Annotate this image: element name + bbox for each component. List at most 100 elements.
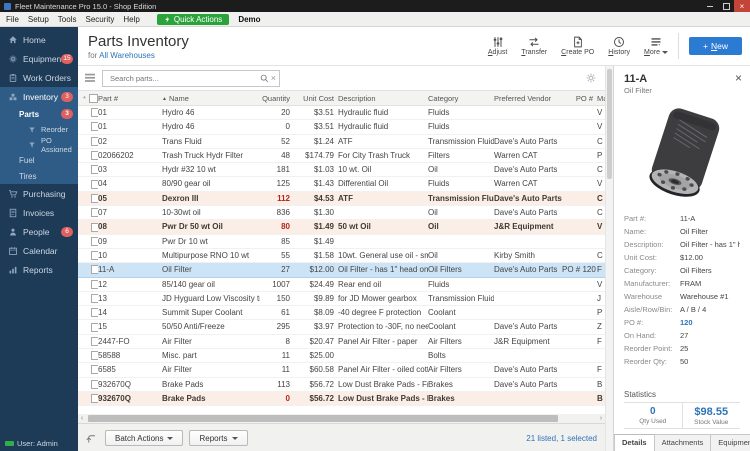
tab-attachments[interactable]: Attachments (654, 434, 712, 451)
table-row[interactable]: 01 Hydro 46 0 $3.51 Hydraulic fluid Fluids V (78, 120, 605, 135)
sidebar-item-fuel[interactable]: Fuel (0, 152, 78, 168)
table-row[interactable]: 10 Multipurpose RNO 10 wt 55 $1.58 10wt. Gen… (78, 249, 605, 264)
sidebar-item-calendar[interactable]: Calendar (0, 241, 78, 260)
row-checkbox[interactable] (91, 336, 98, 346)
column-settings-gear-icon[interactable] (585, 72, 597, 84)
row-checkbox[interactable] (91, 179, 98, 189)
search-input[interactable] (108, 72, 260, 84)
row-checkbox[interactable] (91, 122, 98, 132)
list-view-icon[interactable] (84, 73, 96, 83)
row-checkbox[interactable] (91, 322, 98, 332)
row-checkbox[interactable] (91, 351, 98, 361)
row-checkbox[interactable] (91, 365, 98, 375)
menu-tools[interactable]: Tools (58, 15, 77, 24)
row-checkbox[interactable] (91, 165, 98, 175)
table-row[interactable]: 08 Pwr Dr 50 wt Oil 80 $1.49 50 wt Oil Oil J&R… (78, 220, 605, 235)
sidebar-item-people[interactable]: People 6 (0, 222, 78, 241)
row-checkbox[interactable] (91, 222, 98, 232)
table-row[interactable]: 15 50/50 Anti/Freeze 295 $3.97 Protection to… (78, 320, 605, 335)
column-header-category[interactable]: Category (428, 94, 494, 103)
sidebar-item-inventory[interactable]: Inventory 3 (0, 87, 78, 106)
row-checkbox[interactable] (91, 208, 98, 218)
reports-button[interactable]: Reports (189, 430, 248, 446)
select-all-checkbox[interactable] (88, 93, 98, 103)
sidebar-item-invoices[interactable]: Invoices (0, 203, 78, 222)
row-checkbox[interactable] (91, 279, 98, 289)
field-value[interactable]: 120 (680, 316, 740, 329)
table-row[interactable]: 05 Dexron III 112 $4.53 ATF Transmission Flui… (78, 191, 605, 207)
column-header-quantity[interactable]: Quantity (260, 94, 294, 103)
table-row[interactable]: 12 85/140 gear oil 1007 $24.49 Rear end oil F… (78, 278, 605, 292)
vscroll-thumb[interactable] (607, 69, 612, 179)
table-row[interactable]: 09 Pwr Dr 10 wt 85 $1.49 (78, 235, 605, 249)
table-row[interactable]: 6585 Air Filter 11 $60.58 Panel Air Filter -… (78, 363, 605, 378)
action-transfer[interactable]: Transfer (521, 36, 547, 56)
column-header-part[interactable]: Part # (98, 94, 162, 103)
column-header-po[interactable]: PO # (562, 94, 597, 103)
row-checkbox[interactable] (91, 108, 98, 118)
row-checkbox[interactable] (91, 236, 98, 246)
row-checkbox[interactable] (91, 193, 98, 203)
table-row[interactable]: 03 Hydr #32 10 wt 181 $1.03 10 wt. Oil Oil Dav… (78, 163, 605, 178)
column-header-unit-cost[interactable]: Unit Cost (294, 94, 338, 103)
row-checkbox[interactable] (91, 379, 98, 389)
table-row[interactable]: 13 JD Hyguard Low Viscosity trans 150 $9.89… (78, 292, 605, 307)
sidebar-item-equipment[interactable]: Equipment 15 (0, 49, 78, 68)
table-row[interactable]: 932670Q Brake Pads 0 $56.72 Low Dust Brake P… (78, 391, 605, 407)
panel-close-icon[interactable]: × (735, 72, 742, 84)
menu-setup[interactable]: Setup (28, 15, 49, 24)
column-header-preferred-vendor[interactable]: Preferred Vendor (494, 94, 562, 103)
new-button[interactable]: + New (689, 37, 742, 55)
table-row[interactable]: 02 Trans Fluid 52 $1.24 ATF Transmission Flui… (78, 135, 605, 149)
hscroll-thumb[interactable] (88, 415, 559, 422)
row-checkbox[interactable] (91, 308, 98, 318)
maximize-button[interactable] (718, 0, 734, 12)
table-row[interactable]: 02066202 Trash Truck Hydr Filter 48 $174.79… (78, 149, 605, 164)
row-checkbox[interactable] (91, 394, 98, 404)
vertical-scrollbar[interactable] (605, 66, 613, 451)
row-checkbox[interactable] (91, 136, 98, 146)
action-create-po[interactable]: Create PO (561, 36, 594, 56)
tab-details[interactable]: Details (614, 434, 655, 451)
column-header-description[interactable]: Description (338, 94, 428, 103)
table-row[interactable]: 932670Q Brake Pads 113 $56.72 Low Dust Brake… (78, 378, 605, 392)
close-button[interactable]: × (734, 0, 750, 12)
batch-actions-button[interactable]: Batch Actions (105, 430, 184, 446)
row-checkbox[interactable] (91, 251, 98, 261)
row-checkbox[interactable] (91, 265, 98, 275)
table-row[interactable]: 11-A Oil Filter 27 $12.00 Oil Filter - has 1… (78, 263, 605, 278)
tab-equipment[interactable]: Equipment (711, 434, 750, 451)
sidebar-item-tires[interactable]: Tires (0, 168, 78, 184)
column-header-manufacturer[interactable]: Manufacturer (597, 94, 605, 103)
sidebar-item-home[interactable]: Home (0, 30, 78, 49)
scroll-right-arrow[interactable]: › (597, 414, 605, 423)
table-row[interactable]: 2447-FO Air Filter 8 $20.47 Panel Air Filter… (78, 335, 605, 350)
menu-security[interactable]: Security (85, 15, 114, 24)
sidebar-item-purchasing[interactable]: Purchasing (0, 184, 78, 203)
sidebar-item-work-orders[interactable]: Work Orders (0, 68, 78, 87)
horizontal-scrollbar[interactable]: ‹ › (78, 414, 605, 423)
menu-file[interactable]: File (6, 15, 19, 24)
sidebar-item-parts[interactable]: Parts 3 (0, 106, 78, 122)
minimize-button[interactable] (702, 0, 718, 12)
row-checkbox[interactable] (91, 151, 98, 161)
table-row[interactable]: 07 10-30wt oil 836 $1.30 Oil Dave's Auto Part… (78, 206, 605, 221)
collapse-up-icon[interactable] (86, 433, 97, 444)
table-header-row[interactable]: * Part # ▲ Name Quantity Unit Cost Description… (78, 90, 605, 106)
table-row[interactable]: 01 Hydro 46 20 $3.51 Hydraulic fluid Fluids V (78, 106, 605, 121)
sidebar-item-reports[interactable]: Reports (0, 260, 78, 279)
table-row[interactable]: 14 Summit Super Coolant 61 $8.09 -40 degree … (78, 306, 605, 321)
search-icon[interactable] (260, 74, 269, 83)
menu-help[interactable]: Help (123, 15, 139, 24)
column-header-name[interactable]: ▲ Name (162, 94, 260, 103)
action-adjust[interactable]: Adjust (488, 36, 507, 56)
row-checkbox[interactable] (91, 294, 98, 303)
action-more[interactable]: More (644, 36, 669, 56)
table-row[interactable]: 04 80/90 gear oil 125 $1.43 Differential Oil… (78, 177, 605, 192)
table-row[interactable]: 58588 Misc. part 11 $25.00 Bolts (78, 349, 605, 364)
action-history[interactable]: History (608, 36, 630, 56)
warehouse-filter-link[interactable]: All Warehouses (99, 51, 155, 60)
clear-search-icon[interactable]: × (271, 73, 276, 83)
sidebar-item-po-assigned[interactable]: PO Assigned (0, 136, 78, 154)
scroll-left-arrow[interactable]: ‹ (78, 414, 86, 423)
